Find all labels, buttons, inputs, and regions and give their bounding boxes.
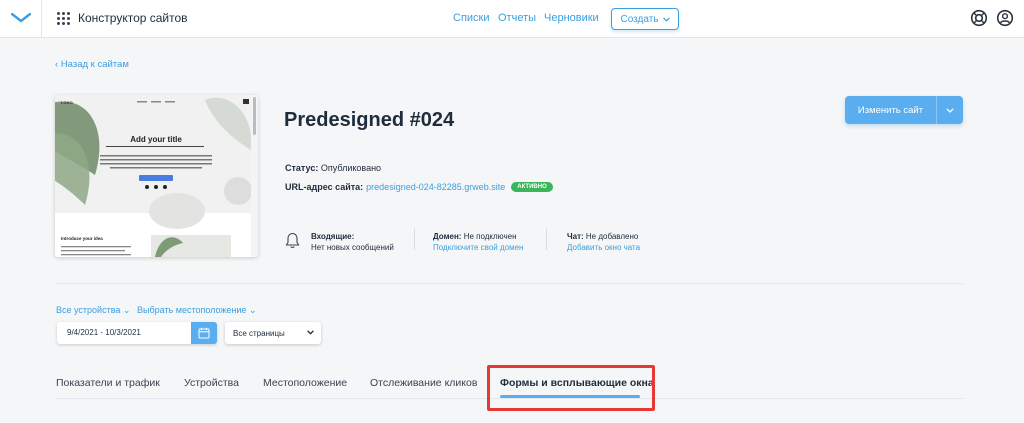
site-preview-image: LOGO Add your title Introduce your idea — [55, 95, 258, 257]
back-to-sites-link[interactable]: ‹ Назад к сайтам — [55, 59, 129, 70]
back-link-label: Назад к сайтам — [60, 59, 129, 70]
divider — [414, 228, 415, 250]
chevron-down-icon — [662, 16, 670, 22]
divider — [546, 228, 547, 250]
chevron-down-icon — [307, 330, 314, 335]
url-row: URL-адрес сайта: predesigned-024-82285.g… — [285, 182, 553, 192]
inbox-label: Входящие: — [311, 232, 355, 241]
chevron-down-icon: ⌄ — [248, 305, 257, 315]
apps-grid-icon[interactable] — [57, 12, 70, 25]
user-account-icon[interactable] — [996, 9, 1014, 27]
nav-drafts[interactable]: Черновики — [544, 12, 599, 24]
location-filter[interactable]: Выбрать местоположение ⌄ — [137, 305, 257, 316]
highlight-box — [487, 365, 655, 411]
chevron-down-icon: ⌄ — [122, 305, 131, 315]
url-label: URL-адрес сайта: — [285, 182, 364, 192]
status-value: Опубликовано — [320, 163, 382, 173]
calendar-icon — [198, 327, 210, 339]
preview-headline: Add your title — [130, 135, 182, 144]
nav-lists[interactable]: Списки — [453, 12, 490, 24]
preview-section-title: Introduce your idea — [61, 236, 103, 241]
devices-filter[interactable]: Все устройства ⌄ — [56, 305, 130, 316]
pages-select-value: Все страницы — [233, 329, 285, 338]
inbox-value: Нет новых сообщений — [311, 243, 394, 252]
create-button[interactable]: Создать — [611, 8, 679, 30]
active-status-badge: АКТИВНО — [511, 182, 553, 192]
tab-devices[interactable]: Устройства — [184, 377, 239, 389]
location-filter-label: Выбрать местоположение — [137, 305, 247, 315]
status-label: Статус: — [285, 163, 319, 173]
domain-info: Домен: Не подключен Подключите свой доме… — [433, 231, 523, 253]
domain-value: Не подключен — [463, 232, 517, 241]
connect-domain-link[interactable]: Подключите свой домен — [433, 242, 523, 253]
site-url-link[interactable]: predesigned-024-82285.grweb.site — [366, 182, 505, 192]
site-thumbnail[interactable]: LOGO Add your title Introduce your idea — [55, 95, 258, 257]
preview-logo-text: LOGO — [61, 100, 73, 105]
top-bar: Конструктор сайтов Списки Отчеты Чернови… — [0, 0, 1024, 38]
devices-filter-label: Все устройства — [56, 305, 121, 315]
create-button-label: Создать — [620, 13, 659, 25]
app-title: Конструктор сайтов — [78, 11, 188, 25]
nav-reports[interactable]: Отчеты — [498, 12, 536, 24]
domain-label: Домен: — [433, 232, 462, 241]
chevron-down-icon — [946, 107, 954, 113]
tab-metrics-traffic[interactable]: Показатели и трафик — [56, 377, 160, 389]
site-title: Predesigned #024 — [284, 109, 455, 131]
tab-click-tracking[interactable]: Отслеживание кликов — [370, 377, 477, 389]
date-range-picker[interactable]: 9/4/2021 - 10/3/2021 — [57, 322, 217, 344]
bell-icon — [285, 232, 300, 249]
edit-site-dropdown[interactable] — [937, 96, 963, 124]
tab-location[interactable]: Местоположение — [263, 377, 347, 389]
inbox-info: Входящие: Нет новых сообщений — [311, 231, 394, 253]
section-divider — [55, 283, 963, 284]
status-row: Статус: Опубликовано — [285, 163, 381, 173]
edit-site-split-button: Изменить сайт — [845, 96, 963, 124]
chat-label: Чат: — [567, 232, 584, 241]
chat-value: Не добавлено — [585, 232, 639, 241]
add-chat-link[interactable]: Добавить окно чата — [567, 242, 640, 253]
calendar-button[interactable] — [191, 322, 217, 344]
pages-select[interactable]: Все страницы — [225, 322, 321, 344]
chat-info: Чат: Не добавлено Добавить окно чата — [567, 231, 640, 253]
envelope-logo-icon — [10, 12, 31, 22]
date-range-value: 9/4/2021 - 10/3/2021 — [67, 328, 141, 337]
getresponse-logo[interactable] — [0, 0, 42, 38]
edit-site-button[interactable]: Изменить сайт — [845, 96, 937, 124]
help-lifebuoy-icon[interactable] — [970, 9, 988, 27]
